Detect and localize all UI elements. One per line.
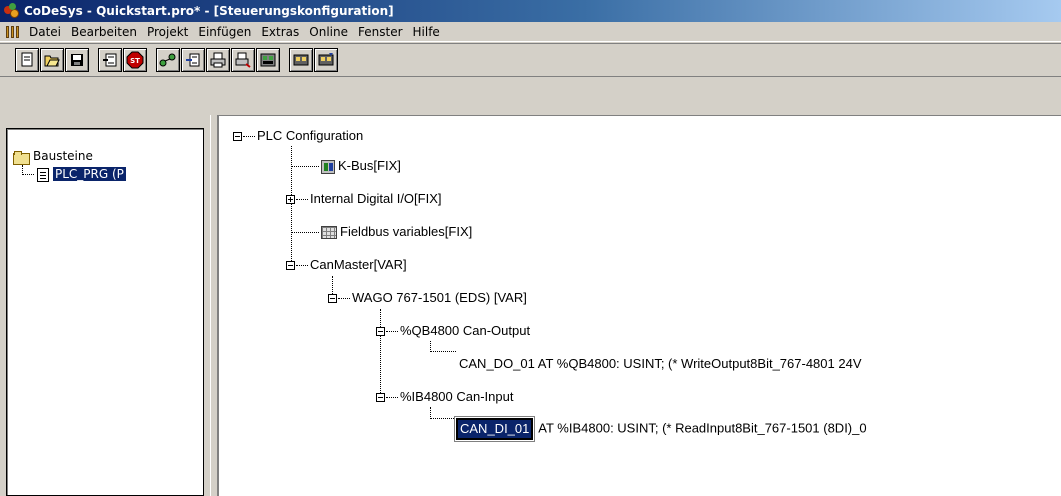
document-icon (37, 167, 49, 182)
menu-einfuegen[interactable]: Einfügen (193, 23, 256, 41)
kbus-module-icon (321, 159, 335, 174)
collapse-icon[interactable] (376, 393, 385, 403)
menu-bearbeiten[interactable]: Bearbeiten (66, 23, 142, 41)
tree-connector (430, 407, 454, 419)
inline-edit-field[interactable]: CAN_DI_01 (454, 416, 536, 442)
find-icon[interactable] (256, 48, 280, 72)
tree-folder-bausteine[interactable]: Bausteine (13, 147, 93, 165)
tree-connector (22, 165, 34, 175)
print-preview-icon[interactable] (231, 48, 255, 72)
logout-icon[interactable] (156, 48, 180, 72)
tree-node-can-di-01[interactable]: CAN_DI_01 AT %IB4800: USINT; (* ReadInpu… (454, 416, 867, 442)
find-next-icon[interactable] (289, 48, 313, 72)
toolbar-group-search (289, 48, 339, 72)
folder-open-icon (13, 150, 30, 165)
window-title: CoDeSys - Quickstart.pro* - [Steuerungsk… (24, 4, 394, 18)
tree-folder-label: Bausteine (33, 149, 93, 163)
stop-icon[interactable]: ST (123, 48, 147, 72)
collapse-icon[interactable] (376, 327, 385, 337)
title-bar: CoDeSys - Quickstart.pro* - [Steuerungsk… (0, 0, 1061, 22)
inline-edit-value[interactable]: CAN_DI_01 (456, 418, 534, 440)
tree-node-plc-configuration[interactable]: PLC Configuration (233, 126, 363, 146)
new-icon[interactable] (15, 48, 39, 72)
menu-hilfe[interactable]: Hilfe (408, 23, 445, 41)
toolbar-group-file (15, 48, 90, 72)
pane-splitter[interactable] (210, 115, 218, 496)
toolbar-group-edit (156, 48, 281, 72)
tree-node-kbus[interactable]: K-Bus[FIX] (291, 156, 401, 176)
tree-item-label: PLC_PRG (P (53, 167, 126, 181)
menu-bar: Datei Bearbeiten Projekt Einfügen Extras… (0, 22, 1061, 42)
login-icon[interactable] (98, 48, 122, 72)
replace-icon[interactable] (314, 48, 338, 72)
menu-datei[interactable]: Datei (24, 23, 66, 41)
tree-connector (430, 341, 456, 352)
open-icon[interactable] (40, 48, 64, 72)
collapse-icon[interactable] (233, 132, 242, 142)
plc-configuration-pane[interactable]: PLC Configuration K-Bus[FIX] Internal Di… (218, 115, 1061, 496)
tree-node-fieldbus-variables[interactable]: Fieldbus variables[FIX] (291, 222, 472, 242)
toolbar: ST (0, 43, 1061, 77)
menu-extras[interactable]: Extras (256, 23, 304, 41)
object-organizer-pane[interactable]: Bausteine PLC_PRG (P (6, 128, 204, 496)
document-menu-icon[interactable] (5, 25, 21, 39)
tree-node-canmaster[interactable]: CanMaster[VAR] (286, 255, 407, 275)
svg-text:ST: ST (130, 57, 140, 65)
menu-online[interactable]: Online (304, 23, 353, 41)
codesys-app-icon (4, 3, 20, 19)
fieldbus-grid-icon (321, 226, 337, 240)
save-icon[interactable] (65, 48, 89, 72)
tree-node-wago-767-1501[interactable]: WAGO 767-1501 (EDS) [VAR] (328, 288, 527, 308)
expand-icon[interactable] (286, 195, 295, 205)
print-icon[interactable] (206, 48, 230, 72)
toolbar-group-online: ST (98, 48, 148, 72)
collapse-icon[interactable] (328, 294, 337, 304)
tree-node-can-output[interactable]: %QB4800 Can-Output (376, 321, 530, 341)
tree-node-can-do-01[interactable]: CAN_DO_01 AT %QB4800: USINT; (* WriteOut… (459, 354, 862, 374)
download-icon[interactable] (181, 48, 205, 72)
menu-projekt[interactable]: Projekt (142, 23, 193, 41)
collapse-icon[interactable] (286, 261, 295, 271)
tree-item-plc-prg[interactable]: PLC_PRG (P (37, 165, 126, 183)
tree-node-can-input[interactable]: %IB4800 Can-Input (376, 387, 513, 407)
tree-node-internal-io[interactable]: Internal Digital I/O[FIX] (286, 189, 442, 209)
menu-fenster[interactable]: Fenster (353, 23, 408, 41)
